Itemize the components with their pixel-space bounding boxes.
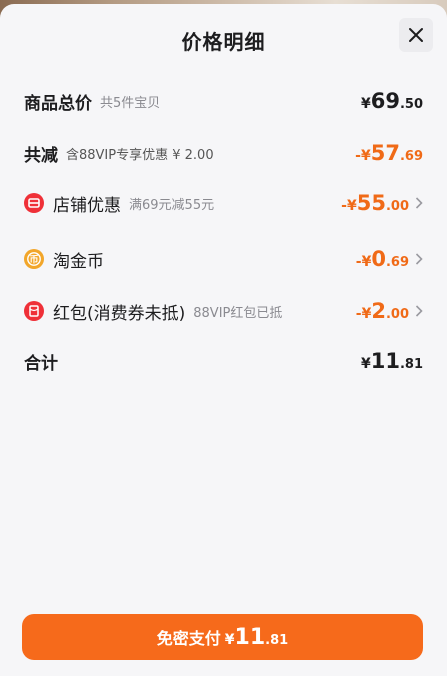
shop-discount-rule: 满69元减55元: [129, 197, 215, 213]
chevron-right-icon: [415, 305, 423, 317]
pay-button-label: 免密支付: [156, 629, 221, 648]
sheet-header: 价格明细: [0, 4, 447, 76]
row-sum-total: 合计 ¥11.81: [24, 344, 423, 378]
close-icon: [409, 28, 423, 42]
total-price-label: 商品总价: [24, 93, 92, 114]
row-tao-coin: 币 淘金币 -¥ 0.69: [24, 242, 423, 276]
password-free-pay-button[interactable]: 免密支付 ¥11.81: [22, 614, 423, 660]
row-total-discount: 共减 含88VIP专享优惠 ¥ 2.00 -¥ 57.69: [24, 136, 423, 170]
red-packet-icon: [24, 301, 44, 321]
item-count-text: 共5件宝贝: [100, 95, 161, 111]
row-shop-discount[interactable]: 店铺优惠 满69元减55元 -¥ 55.00: [24, 186, 423, 220]
tao-coin-value: -¥ 0.69: [355, 247, 409, 271]
vip-red-packet-note: 88VIP红包已抵: [193, 305, 283, 321]
row-total-price: 商品总价 共5件宝贝 ¥69.50: [24, 84, 423, 118]
taojinbi-coin-icon: 币: [24, 249, 44, 269]
sum-label: 合计: [24, 353, 58, 374]
shop-discount-value: -¥ 55.00: [341, 191, 409, 215]
pay-button-amount: ¥11.81: [224, 624, 289, 650]
red-packet-value: -¥ 2.00: [355, 299, 409, 323]
total-discount-value: -¥ 57.69: [355, 141, 423, 165]
shop-discount-label: 店铺优惠: [53, 195, 121, 216]
shop-coupon-icon: [24, 193, 44, 213]
sum-value: ¥11.81: [360, 349, 423, 373]
total-discount-label: 共减: [24, 145, 58, 166]
red-packet-label: 红包(消费券未抵): [53, 303, 186, 324]
chevron-right-icon: [415, 197, 423, 209]
total-price-value: ¥69.50: [360, 89, 423, 113]
vip-discount-note: 含88VIP专享优惠 ¥ 2.00: [66, 147, 214, 163]
chevron-right-icon: [415, 253, 423, 265]
row-red-packet[interactable]: 红包(消费券未抵) 88VIP红包已抵 -¥ 2.00: [24, 294, 423, 328]
sheet-title: 价格明细: [181, 30, 266, 54]
svg-text:币: 币: [29, 255, 38, 266]
price-detail-sheet: 价格明细 商品总价 共5件宝贝 ¥69.50 共减 含88VIP专享优惠 ¥ 2…: [0, 4, 447, 676]
tao-coin-label: 淘金币: [53, 251, 104, 272]
close-button[interactable]: [399, 18, 433, 52]
